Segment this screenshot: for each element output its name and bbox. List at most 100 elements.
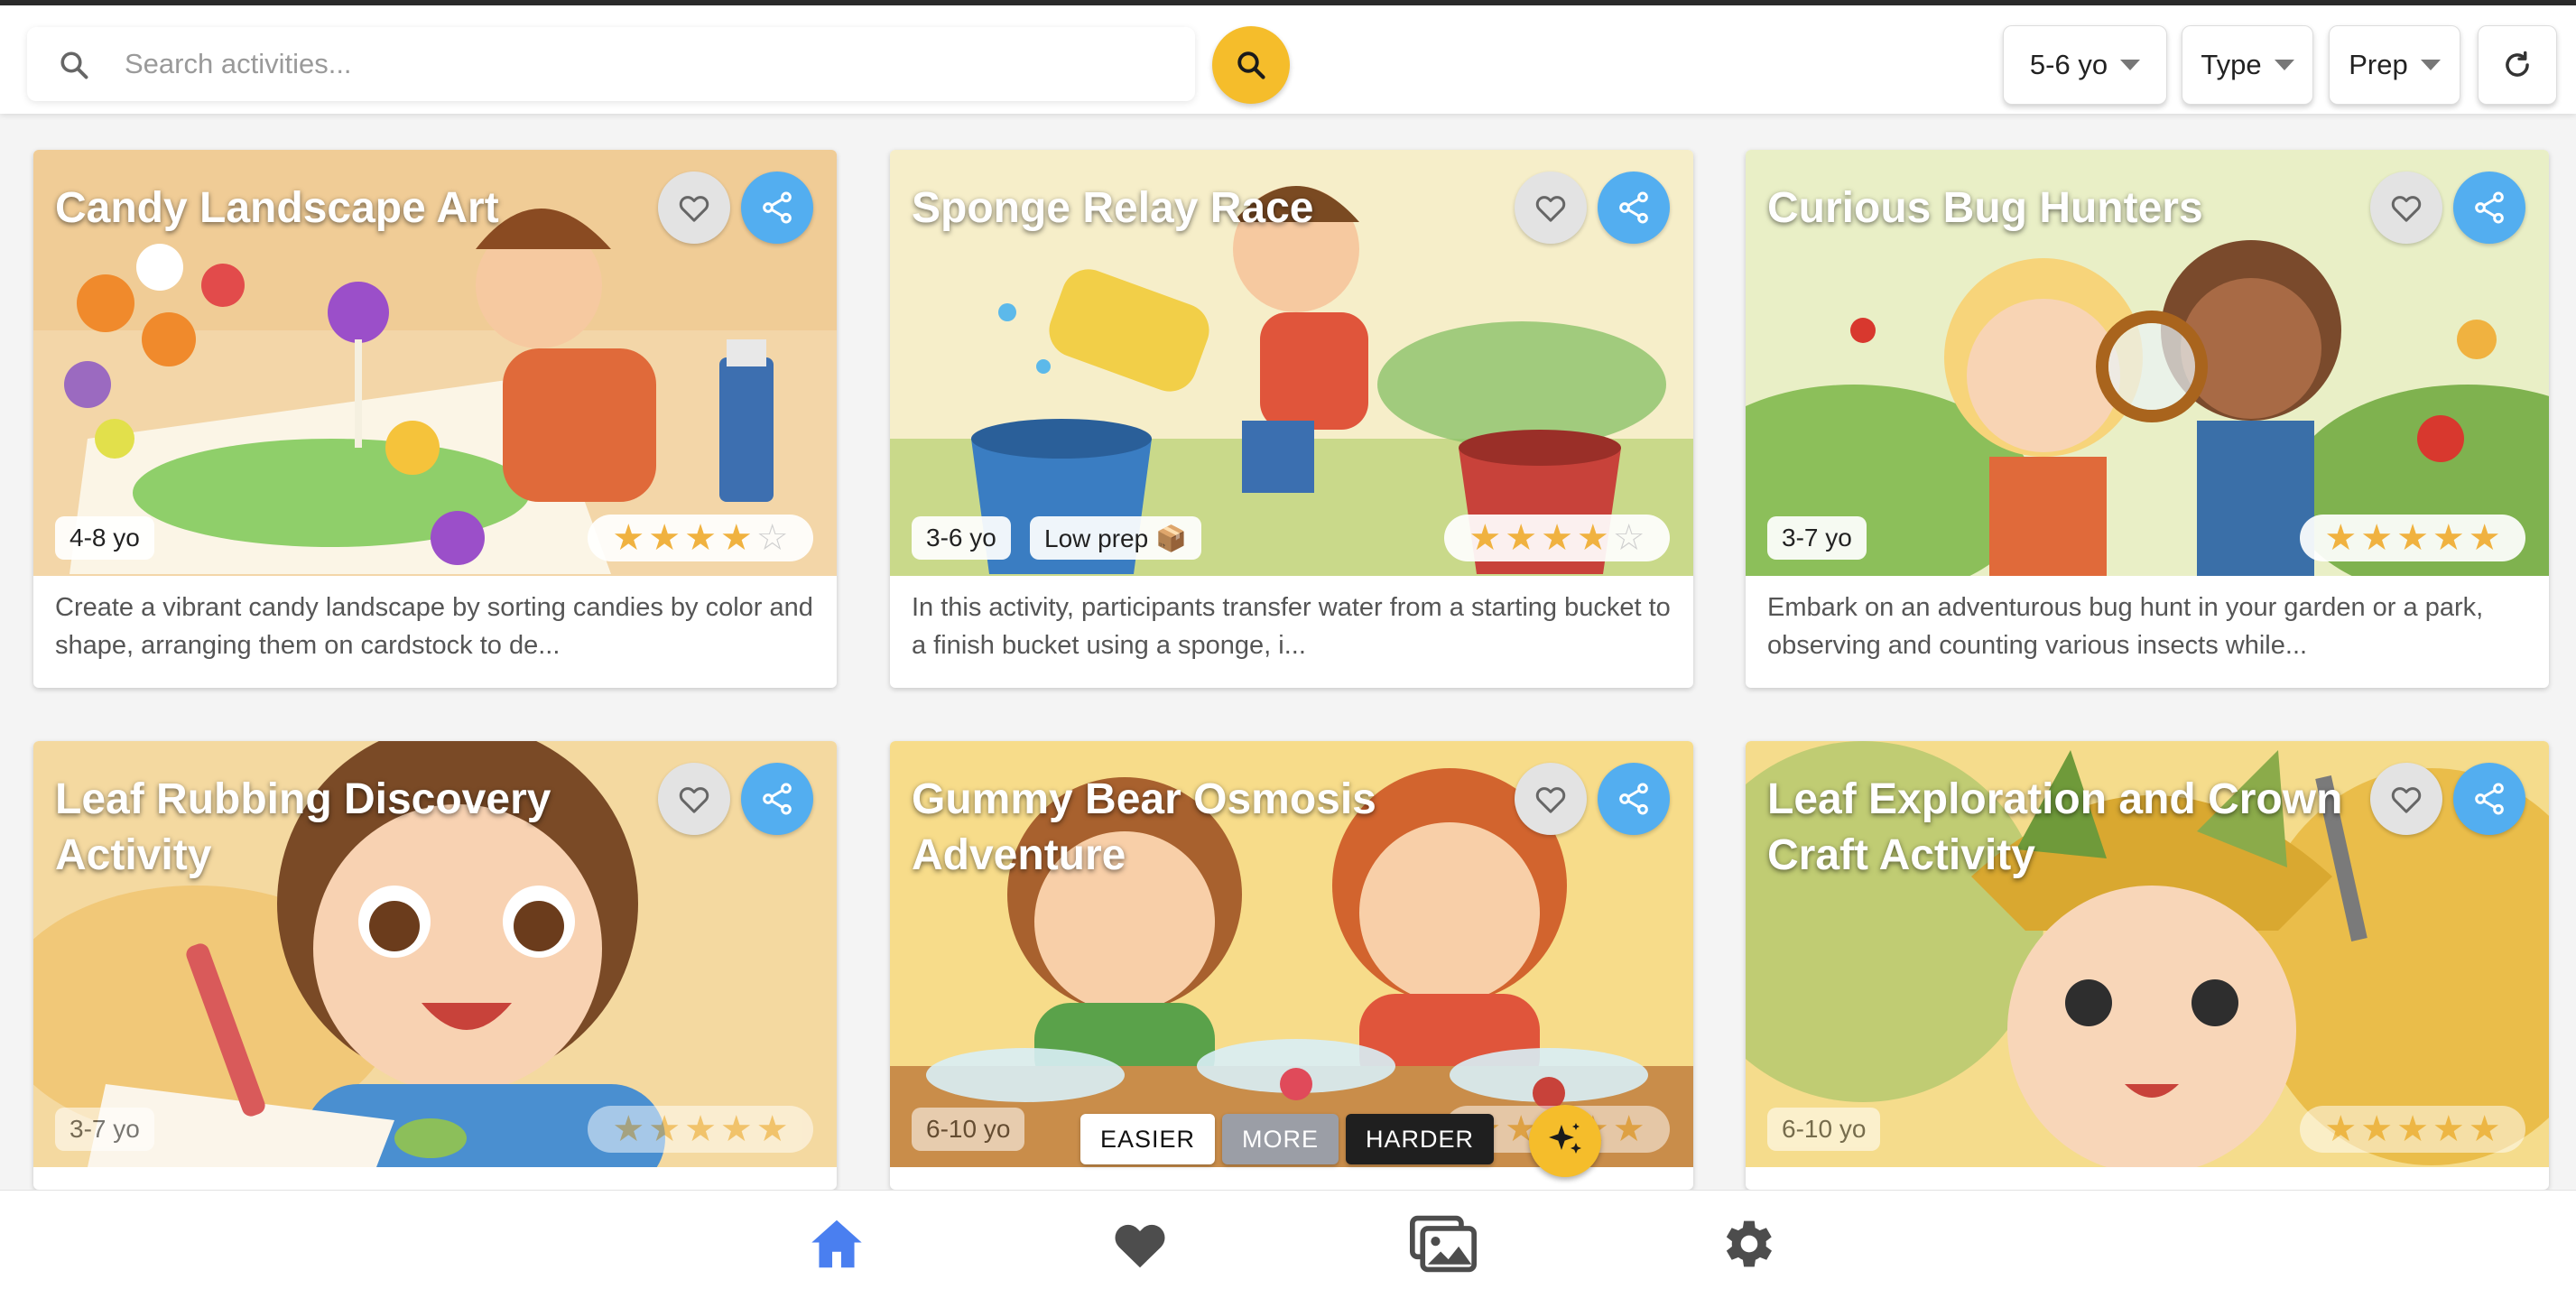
heart-icon xyxy=(679,787,709,813)
favorite-button[interactable] xyxy=(658,763,730,835)
top-bar: 5-6 yo Type Prep xyxy=(0,5,2576,114)
activity-card[interactable]: Candy Landscape Art 4-8 yo ★ ★ ★ ★ ☆ Create … xyxy=(33,150,837,688)
activity-card[interactable]: Leaf Exploration and Crown Craft Activit… xyxy=(1746,741,2549,1190)
gallery-icon xyxy=(1410,1215,1477,1273)
nav-home[interactable] xyxy=(803,1210,870,1277)
search-icon xyxy=(1237,51,1265,79)
share-button[interactable] xyxy=(741,172,813,244)
share-button[interactable] xyxy=(741,763,813,835)
age-filter-label: 5-6 yo xyxy=(2029,49,2108,80)
age-badge: 6-10 yo xyxy=(912,1108,1025,1151)
search-icon xyxy=(60,51,88,79)
rating-stars: ★★★★★ xyxy=(2300,1106,2525,1153)
star-icon: ☆ xyxy=(755,517,789,559)
star-icon: ★ xyxy=(648,1108,681,1150)
star-icon: ★ xyxy=(755,1108,789,1150)
chevron-down-icon xyxy=(2420,60,2441,70)
age-badge: 3-6 yo xyxy=(912,516,1011,560)
star-icon: ★ xyxy=(1576,517,1609,559)
activity-card[interactable]: Curious Bug Hunters 3-7 yo ★ ★ ★ ★ ★ Embark … xyxy=(1746,150,2549,688)
star-icon: ★ xyxy=(719,517,753,559)
heart-icon xyxy=(679,196,709,222)
activity-description: Embark on an adventurous bug hunt in you… xyxy=(1767,593,2484,660)
home-icon xyxy=(811,1219,862,1268)
gear-icon xyxy=(1726,1220,1772,1267)
favorite-button[interactable] xyxy=(2370,763,2442,835)
easier-button[interactable]: EASIER xyxy=(1080,1114,1216,1164)
chevron-down-icon xyxy=(2274,60,2294,70)
share-icon xyxy=(2475,191,2504,224)
search-box[interactable] xyxy=(27,27,1195,101)
share-icon xyxy=(1619,191,1648,224)
star-icon: ★ xyxy=(719,1108,753,1150)
prep-filter-label: Prep xyxy=(2349,49,2408,80)
prep-badge: Low prep 📦 xyxy=(1030,516,1201,560)
activity-title: Leaf Exploration and Crown Craft Activit… xyxy=(1767,775,2343,879)
favorite-button[interactable] xyxy=(1515,763,1587,835)
harder-button[interactable]: HARDER xyxy=(1346,1114,1495,1164)
age-badge: 4-8 yo xyxy=(55,516,154,560)
age-filter-dropdown[interactable]: 5-6 yo xyxy=(2003,25,2167,105)
share-icon xyxy=(763,783,792,815)
share-icon xyxy=(1619,783,1648,815)
star-icon: ★ xyxy=(684,1108,717,1150)
favorite-button[interactable] xyxy=(658,172,730,244)
rating-stars: ★★★★★ xyxy=(2300,515,2525,561)
search-input[interactable] xyxy=(125,40,1163,88)
star-icon: ★ xyxy=(1612,1108,1645,1150)
share-button[interactable] xyxy=(2453,763,2525,835)
age-badge: 6-10 yo xyxy=(1767,1108,1881,1151)
activity-description: In this activity, participants transfer … xyxy=(912,593,1671,660)
star-icon: ★ xyxy=(2360,517,2394,559)
star-icon: ☆ xyxy=(1612,517,1645,559)
star-icon: ★ xyxy=(2468,517,2501,559)
activity-card[interactable]: Sponge Relay Race 3-6 yo Low prep 📦 ★ ★ ★ ★… xyxy=(890,150,1693,688)
nav-settings[interactable] xyxy=(1713,1210,1780,1277)
favorite-button[interactable] xyxy=(1515,172,1587,244)
star-icon: ★ xyxy=(2432,1108,2465,1150)
share-button[interactable] xyxy=(2453,172,2525,244)
type-filter-label: Type xyxy=(2201,49,2262,80)
activity-title: Sponge Relay Race xyxy=(912,184,1314,232)
rating-stars: ★ ★ ★ ★ ☆ xyxy=(588,515,813,561)
share-icon xyxy=(763,191,792,224)
chevron-down-icon xyxy=(2120,60,2141,70)
activity-title: Curious Bug Hunters xyxy=(1767,184,2203,232)
difficulty-controls: EASIER MORE HARDER xyxy=(1080,1114,1495,1164)
star-icon: ★ xyxy=(2360,1108,2394,1150)
star-icon: ★ xyxy=(2396,1108,2429,1150)
heart-icon xyxy=(2391,787,2422,813)
star-icon: ★ xyxy=(612,517,645,559)
star-icon: ★ xyxy=(2468,1108,2501,1150)
star-icon: ★ xyxy=(1469,517,1502,559)
more-button[interactable]: MORE xyxy=(1222,1114,1339,1164)
magic-generate-button[interactable] xyxy=(1529,1105,1601,1177)
rating-stars: ★★★★★ xyxy=(588,1106,813,1153)
star-icon: ★ xyxy=(684,517,717,559)
heart-icon xyxy=(1535,787,1566,813)
favorite-button[interactable] xyxy=(2370,172,2442,244)
activity-title: Leaf Rubbing Discovery Activity xyxy=(55,775,551,879)
heart-icon xyxy=(2391,196,2422,222)
activity-description: Create a vibrant candy landscape by sort… xyxy=(55,593,813,660)
star-icon: ★ xyxy=(2396,517,2429,559)
prep-filter-dropdown[interactable]: Prep xyxy=(2329,25,2460,105)
refresh-button[interactable] xyxy=(2478,25,2557,105)
search-button[interactable] xyxy=(1212,26,1290,104)
star-icon: ★ xyxy=(2432,517,2465,559)
star-icon: ★ xyxy=(1541,517,1573,559)
share-button[interactable] xyxy=(1598,172,1670,244)
nav-gallery[interactable] xyxy=(1410,1210,1477,1277)
rating-stars: ★ ★ ★ ★ ☆ xyxy=(1444,515,1670,561)
star-icon: ★ xyxy=(612,1108,645,1150)
bottom-navigation xyxy=(0,1190,2576,1289)
type-filter-dropdown[interactable]: Type xyxy=(2182,25,2313,105)
heart-icon xyxy=(1115,1224,1165,1268)
activity-title: Gummy Bear Osmosis Adventure xyxy=(912,775,1376,879)
star-icon: ★ xyxy=(2324,517,2358,559)
sparkle-icon xyxy=(1549,1123,1581,1154)
share-button[interactable] xyxy=(1598,763,1670,835)
nav-favorites[interactable] xyxy=(1107,1210,1173,1277)
activity-card[interactable]: Leaf Rubbing Discovery Activity 3-7 yo ★… xyxy=(33,741,837,1190)
star-icon: ★ xyxy=(1505,517,1538,559)
